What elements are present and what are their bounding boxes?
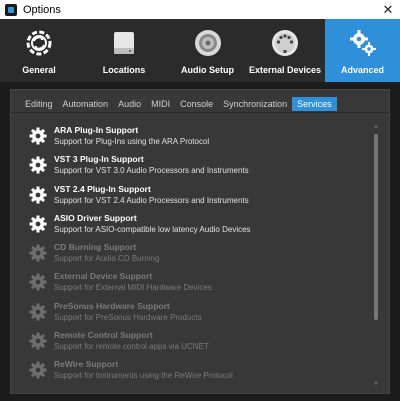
scroll-up-icon[interactable]: ▲ — [373, 124, 379, 130]
tab-synchronization[interactable]: Synchronization — [218, 97, 292, 111]
tab-midi[interactable]: MIDI — [146, 97, 175, 111]
tab-editing[interactable]: Editing — [20, 97, 58, 111]
service-row[interactable]: VST 2.4 Plug-In Support Support for VST 2… — [29, 182, 369, 211]
gear-icon — [29, 332, 47, 350]
category-locations[interactable]: Locations — [78, 19, 170, 82]
tab-automation[interactable]: Automation — [58, 97, 114, 111]
services-panel: Editing Automation Audio MIDI Console Sy… — [10, 89, 390, 394]
divider — [11, 112, 389, 113]
services-list: ARA Plug-In Support Support for Plug-Ins … — [29, 123, 369, 387]
tab-services[interactable]: Services — [292, 97, 337, 111]
service-name: VST 2.4 Plug-In Support — [54, 183, 151, 194]
service-description: Support for ASIO-compatible low latency … — [54, 224, 251, 234]
close-button[interactable]: ✕ — [376, 0, 400, 19]
service-row[interactable]: ReWire Support Support for Instruments us… — [29, 357, 369, 386]
gear-icon — [29, 156, 47, 174]
service-name: PreSonus Hardware Support — [54, 300, 170, 311]
service-name: CD Burning Support — [54, 242, 137, 253]
drive-icon — [108, 27, 140, 59]
scrollbar[interactable]: ▲ ▼ — [373, 124, 379, 387]
service-name: External Device Support — [54, 271, 153, 282]
category-label: External Devices — [248, 65, 322, 75]
gear-icon — [29, 303, 47, 321]
service-name: ARA Plug-In Support — [54, 125, 139, 135]
tab-audio[interactable]: Audio — [113, 97, 146, 111]
service-description: Support for VST 3.0 Audio Processors and… — [54, 166, 249, 176]
service-row[interactable]: PreSonus Hardware Support Support for Pre… — [29, 299, 369, 328]
category-audio-setup[interactable]: Audio Setup — [170, 19, 245, 82]
title-bar: Options ✕ — [0, 0, 400, 19]
category-label: Audio Setup — [181, 65, 234, 75]
tab-bar: Editing Automation Audio MIDI Console Sy… — [20, 97, 337, 111]
app-icon — [5, 3, 17, 16]
service-description: Support for Audio CD Burning — [54, 254, 160, 264]
gear-icon — [29, 244, 47, 262]
service-row[interactable]: VST 3 Plug-In Support Support for VST 3.0… — [29, 152, 369, 181]
service-row[interactable]: Remote Control Support Support for remote… — [29, 328, 369, 357]
service-name: Remote Control Support — [54, 330, 153, 341]
window-title: Options — [23, 3, 61, 16]
scroll-down-icon[interactable]: ▼ — [373, 381, 379, 387]
service-description: Support for remote control apps via UCNE… — [54, 342, 209, 352]
service-description: Support for External MIDI Hardware Devic… — [54, 283, 212, 293]
window-bottom — [0, 394, 400, 401]
category-label: General — [22, 65, 56, 75]
category-label: Locations — [102, 65, 146, 75]
service-row[interactable]: ARA Plug-In Support Support for Plug-Ins … — [29, 123, 369, 152]
service-description: Support for PreSonus Hardware Products — [54, 312, 202, 322]
category-external-devices[interactable]: External Devices — [245, 19, 325, 82]
category-general[interactable]: General — [0, 19, 78, 82]
category-bar: General Locations Audio Setup External D… — [0, 19, 400, 82]
midi-port-icon — [269, 27, 301, 59]
service-row[interactable]: CD Burning Support Support for Audio CD B… — [29, 240, 369, 269]
refresh-gear-icon — [23, 27, 55, 59]
service-row[interactable]: ASIO Driver Support Support for ASIO-comp… — [29, 211, 369, 240]
gear-icon — [29, 127, 47, 145]
gear-icon — [29, 215, 47, 233]
service-row[interactable]: External Device Support Support for Exter… — [29, 269, 369, 298]
service-description: Support for VST 2.4 Audio Processors and… — [54, 195, 249, 205]
gear-icon — [29, 273, 47, 291]
category-advanced[interactable]: Advanced — [325, 19, 400, 82]
category-label: Advanced — [340, 65, 384, 75]
service-name: ReWire Support — [54, 359, 119, 370]
scroll-thumb[interactable] — [374, 134, 378, 320]
service-name: VST 3 Plug-In Support — [54, 154, 144, 165]
gear-icon — [29, 186, 47, 204]
gears-icon — [347, 27, 379, 59]
tab-console[interactable]: Console — [175, 97, 218, 111]
gear-icon — [29, 361, 47, 379]
speaker-icon — [192, 27, 224, 59]
service-name: ASIO Driver Support — [54, 212, 137, 223]
service-description: Support for Plug-Ins using the ARA Proto… — [54, 137, 210, 146]
service-description: Support for Instruments using the ReWire… — [54, 371, 233, 381]
